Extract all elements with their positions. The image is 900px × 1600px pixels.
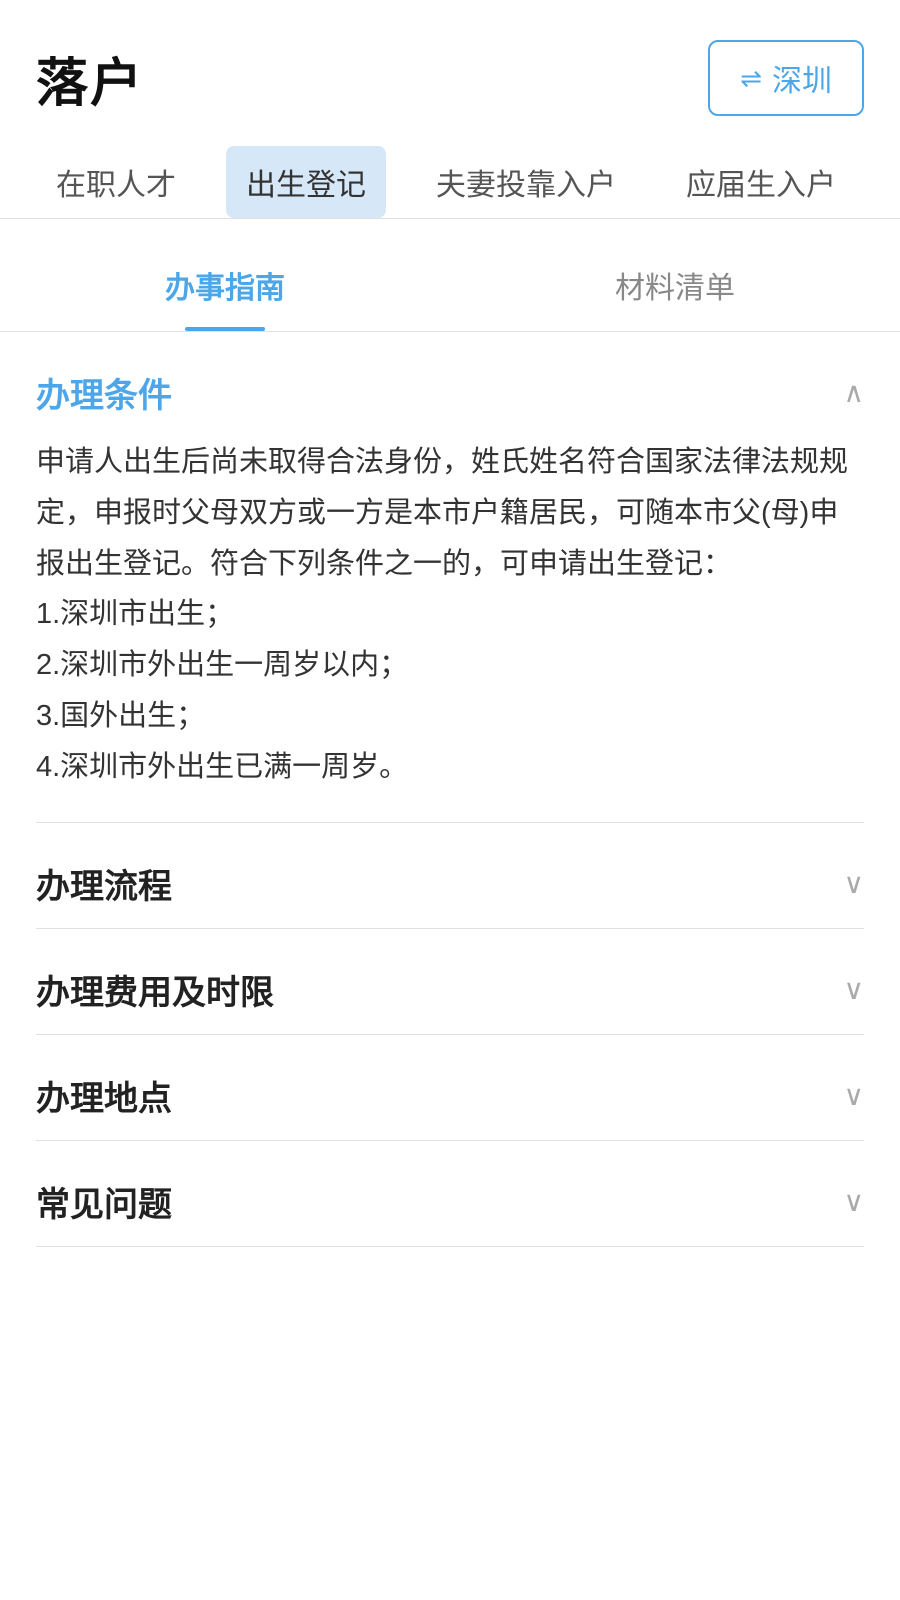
nav-tab-fuqi[interactable]: 夫妻投靠入户 [416, 146, 636, 218]
section-location-header[interactable]: 办理地点 ∨ [36, 1035, 864, 1140]
section-fee: 办理费用及时限 ∨ [36, 929, 864, 1035]
tab-guide[interactable]: 办事指南 [0, 239, 450, 331]
city-label: 深圳 [772, 56, 832, 100]
section-conditions-title: 办理条件 [36, 368, 172, 417]
swap-icon: ⇌ [740, 63, 762, 94]
section-process-title: 办理流程 [36, 859, 172, 908]
section-process-header[interactable]: 办理流程 ∨ [36, 823, 864, 928]
nav-tabs: 在职人才 出生登记 夫妻投靠入户 应届生入户 [0, 136, 900, 218]
nav-tab-chusheng[interactable]: 出生登记 [226, 146, 386, 218]
section-conditions: 办理条件 ∧ 申请人出生后尚未取得合法身份，姓氏姓名符合国家法律法规规定，申报时… [36, 332, 864, 823]
city-button[interactable]: ⇌ 深圳 [708, 40, 864, 116]
section-fee-header[interactable]: 办理费用及时限 ∨ [36, 929, 864, 1034]
header: 落户 ⇌ 深圳 [0, 0, 900, 136]
chevron-down-icon-process: ∨ [844, 867, 865, 900]
chevron-down-icon-faq: ∨ [844, 1185, 865, 1218]
nav-tab-yingjie[interactable]: 应届生入户 [666, 146, 856, 218]
chevron-down-icon-location: ∨ [844, 1079, 865, 1112]
nav-tab-zaizhi[interactable]: 在职人才 [36, 146, 196, 218]
section-faq: 常见问题 ∨ [36, 1141, 864, 1247]
section-fee-title: 办理费用及时限 [36, 965, 274, 1014]
main-content: 办理条件 ∧ 申请人出生后尚未取得合法身份，姓氏姓名符合国家法律法规规定，申报时… [0, 332, 900, 1247]
section-conditions-content: 申请人出生后尚未取得合法身份，姓氏姓名符合国家法律法规规定，申报时父母双方或一方… [36, 437, 864, 822]
chevron-down-icon-fee: ∨ [844, 973, 865, 1006]
section-process: 办理流程 ∨ [36, 823, 864, 929]
section-location-title: 办理地点 [36, 1071, 172, 1120]
section-conditions-header[interactable]: 办理条件 ∧ [36, 332, 864, 437]
tab-materials[interactable]: 材料清单 [450, 239, 900, 331]
content-tabs: 办事指南 材料清单 [0, 239, 900, 332]
page-title: 落户 [36, 41, 144, 116]
section-faq-title: 常见问题 [36, 1177, 172, 1226]
section-location: 办理地点 ∨ [36, 1035, 864, 1141]
nav-divider [0, 218, 900, 219]
section-faq-header[interactable]: 常见问题 ∨ [36, 1141, 864, 1246]
conditions-text: 申请人出生后尚未取得合法身份，姓氏姓名符合国家法律法规规定，申报时父母双方或一方… [36, 437, 864, 792]
chevron-up-icon: ∧ [844, 376, 865, 409]
